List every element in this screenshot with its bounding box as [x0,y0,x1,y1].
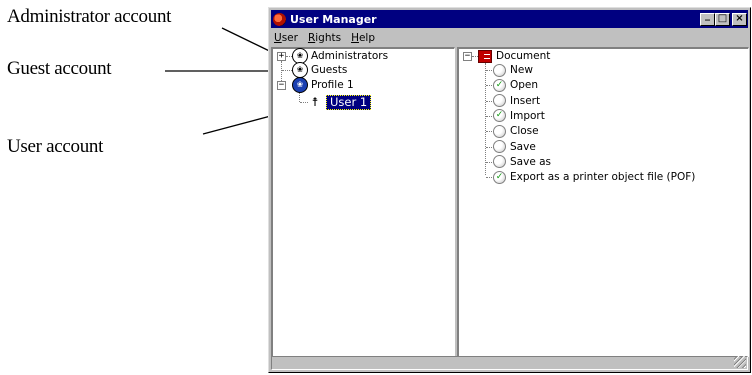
menu-user-accel: U [274,32,282,44]
right-item-close[interactable]: Close [493,124,539,138]
not-granted-icon[interactable] [493,140,506,153]
minimize-button[interactable]: _ [700,9,715,26]
menu-help-rest: elp [358,32,376,44]
tree-item-label: Document [496,50,551,62]
right-label: Export as a printer object file (POF) [510,171,696,184]
granted-check-icon[interactable]: ✓ [493,78,506,92]
person-icon: ☨ [311,95,319,109]
minimize-icon: _ [705,9,710,21]
menu-help[interactable]: Help [346,32,380,44]
menu-help-accel: H [351,32,359,44]
window-title: User Manager [290,12,377,26]
right-item-open[interactable]: ✓ Open [493,78,538,92]
tree-item-label-selected: User 1 [326,94,372,110]
tree-connector [282,70,292,71]
right-item-insert[interactable]: Insert [493,94,540,108]
right-label: Insert [510,94,541,107]
menu-user-rest: ser [281,32,298,44]
app-globe-icon[interactable] [273,12,286,26]
tree-item-profile-1[interactable]: ❀ Profile 1 [292,77,354,93]
callout-user-account: User account [7,136,104,157]
menu-user[interactable]: User [271,32,303,44]
callout-administrator-account: Administrator account [7,6,172,27]
right-label: Close [510,125,539,138]
granted-check-icon[interactable]: ✓ [493,109,506,123]
tree-connector [485,63,486,175]
group-icon: ❀ [292,62,308,78]
tree-item-user-1[interactable]: ☨ User 1 [309,94,372,110]
document-icon [478,49,492,63]
menu-bar: User Rights Help [271,29,748,47]
granted-check-icon[interactable]: ✓ [493,170,506,184]
right-label: Save as [510,155,552,168]
window-controls: _ □ × [700,9,747,26]
right-label: New [510,64,533,76]
tree-item-document[interactable]: Document [478,49,550,63]
rights-tree-pane[interactable]: − Document New ✓ Open Insert ✓ Import Close Sav… [457,47,749,357]
profile-icon: ❀ [292,77,308,93]
right-item-save[interactable]: Save [493,140,536,154]
resize-grip-icon[interactable] [734,356,746,368]
right-label: Open [510,79,539,92]
not-granted-icon[interactable] [493,63,506,77]
tree-connector [300,102,308,103]
collapse-document-toggle[interactable]: − [463,52,472,61]
right-item-save-as[interactable]: Save as [493,155,551,169]
right-label: Save [510,140,536,153]
tree-item-guests[interactable]: ❀ Guests [292,62,348,78]
title-bar[interactable]: User Manager _ □ × [271,10,748,28]
expand-profile-toggle[interactable]: − [277,81,286,90]
right-item-export-as-a-printer-object-file-pof[interactable]: ✓ Export as a printer object file (POF) [493,170,695,184]
menu-rights-rest: ights [315,32,342,44]
not-granted-icon[interactable] [493,94,506,108]
expand-administrators-toggle[interactable]: + [277,52,286,61]
tree-item-label: Administrators [311,50,389,62]
right-label: Import [510,109,545,122]
tree-item-label: Guests [311,64,348,76]
status-bar [271,356,748,370]
close-icon: × [735,12,744,24]
tree-item-administrators[interactable]: ❀ Administrators [292,48,389,64]
right-item-import[interactable]: ✓ Import [493,109,545,123]
maximize-button[interactable]: □ [715,12,730,26]
callout-guest-account: Guest account [7,58,112,79]
maximize-icon: □ [717,12,728,24]
close-button[interactable]: × [732,12,747,26]
not-granted-icon[interactable] [493,124,506,138]
not-granted-icon[interactable] [493,155,506,169]
tree-item-label: Profile 1 [311,79,354,91]
users-tree-pane[interactable]: + ❀ Administrators ❀ Guests − ❀ Profile … [271,47,455,357]
user-manager-window: User Manager _ □ × User Rights Help + ❀ … [268,7,751,373]
menu-rights[interactable]: Rights [303,32,346,44]
right-item-new[interactable]: New [493,63,533,77]
tree-connector [299,92,300,102]
